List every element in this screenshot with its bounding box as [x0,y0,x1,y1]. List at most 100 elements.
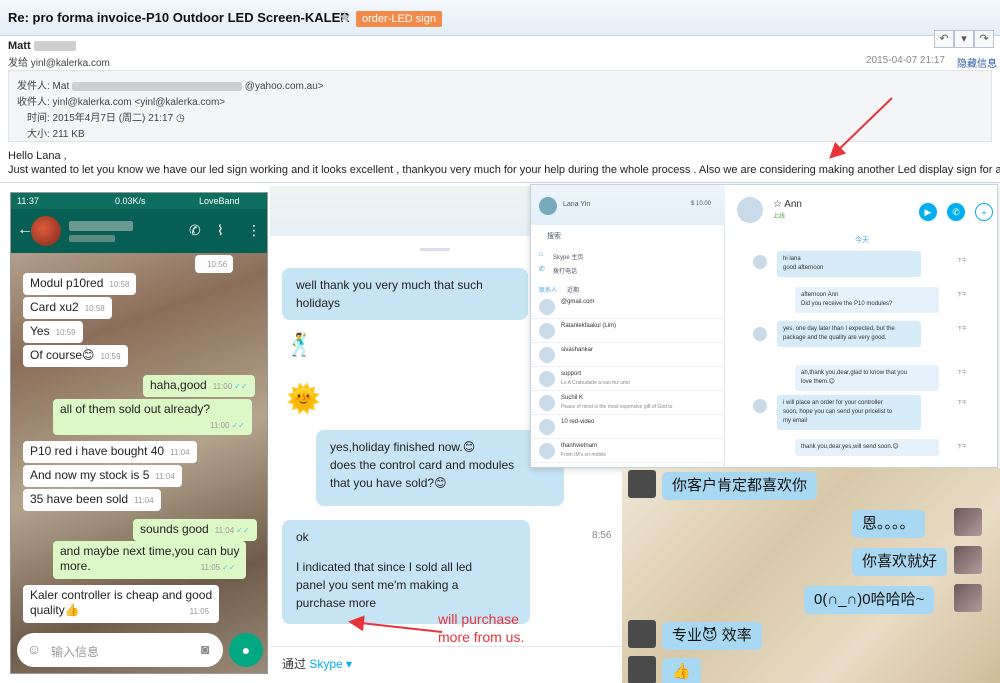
reply-icon[interactable]: ↶ [934,30,954,48]
skype-home-link[interactable]: Skype 主页 [553,252,583,261]
skype-footer: 通过 Skype ▾ [270,646,622,676]
label-tag[interactable]: order-LED sign [356,11,442,27]
contact-row[interactable]: sivashankar [531,343,725,367]
tab-recent[interactable]: 近期 [567,285,579,294]
avatar [753,399,767,413]
email-subject: Re: pro forma invoice-P10 Outdoor LED Sc… [8,10,350,25]
skype-desktop-screenshot: Lana Yin $ 10.00 搜索 ⌂ Skype 主页 ✆ 拨打电话 联系… [530,184,998,468]
thumbs-up-bubble: 👍 [662,658,701,683]
message-bubble: 10:56 [195,255,234,273]
avatar [539,443,555,459]
whatsapp-screenshot: 11:37 0.03K/s LoveBand ← ✆ ⌇ ⋮ 10:56 Mod… [10,192,268,674]
avatar [628,470,656,498]
message-bubble: yes,holiday finished now.😊 does the cont… [316,430,564,506]
message-bubble: Yes 10:59 [23,321,83,343]
message-bubble: and maybe next time,you can buy more. 11:… [53,541,247,579]
emoji-icon[interactable]: ☺ [27,641,41,657]
redacted-contact-status [69,235,115,242]
read-ticks-icon: ✓✓ [236,526,250,535]
message-bubble: 专业😈 效率 [662,622,762,650]
home-icon: ⌂ [539,251,544,258]
avatar [539,419,555,435]
subject-bar: Re: pro forma invoice-P10 Outdoor LED Sc… [0,0,1000,36]
message-bubble: well thank you very much that such holid… [282,268,528,320]
clock-icon: ◷ [175,113,185,124]
message-bubble: afternoon Ann Did you receive the P10 mo… [795,287,939,313]
voice-call-icon[interactable]: ✆ [947,203,965,221]
contact-row[interactable]: support Lo A Crabudade a nao fez umo [531,367,725,391]
forward-icon[interactable]: ↷ [974,30,994,48]
sun-emoticon: 🌞 [286,383,321,414]
more-icon[interactable]: ⋮ [247,222,261,239]
reply-buttons: ↶ ▾ ↷ [934,30,994,48]
contact-row[interactable]: Suchil K Peace of mind is the most expens… [531,391,725,415]
message-bubble: Of course😊 10:59 [23,345,128,367]
camera-icon[interactable]: ◙ [201,641,209,657]
meta-to: 收件人: yinl@kalerka.com <yinl@kalerka.com> [17,97,226,108]
contact-row[interactable]: @gmail.com [531,295,725,319]
input-placeholder: 输入信息 [51,645,100,659]
read-ticks-icon: ✓✓ [222,563,236,572]
avatar [954,584,982,612]
contact-name: ☆ Ann [773,199,802,210]
avatar [539,371,555,387]
search-field[interactable]: 搜索 [547,231,561,241]
email-body: Just wanted to let you know we have our … [8,164,1000,176]
contact-row[interactable]: thanhvietnam From IM's on mobile [531,439,725,463]
message-bubble: haha,good 11:00 ✓✓ [143,375,255,397]
avatar [539,347,555,363]
meta-time: 时间: 2015年4月7日 (周二) 21:17 ◷ [27,113,185,124]
hide-info-link[interactable]: 隐藏信息 [957,55,997,70]
contact-row[interactable]: 10 red-video [531,415,725,439]
contact-row[interactable]: Ratanlekfaakul (Lim) [531,319,725,343]
message-bubble: 35 have been sold 11:04 [23,489,161,511]
dropdown-icon[interactable]: ▾ [954,30,974,48]
avatar [628,656,656,683]
avatar [539,323,555,339]
redacted-block [33,41,76,52]
star-icon[interactable]: ★ [338,8,351,26]
message-bubble: thank you,dear,yes,will send soon.😊 [795,439,939,456]
via-skype[interactable]: 通过 Skype ▾ [282,655,352,672]
sender-address: 发给 yinl@kalerka.com [8,58,110,69]
avatar [539,299,555,315]
email-date: 2015-04-07 21:17 [866,55,945,66]
message-input[interactable]: ☺ 输入信息 ◙ [17,633,223,667]
avatar[interactable] [31,216,61,246]
add-contact-icon[interactable]: + [975,203,993,221]
message-bubble: 你客户肯定都喜欢你 [662,472,818,500]
email-panel: Re: pro forma invoice-P10 Outdoor LED Sc… [0,0,1000,183]
date-divider: 今天 [855,237,869,244]
avatar[interactable] [539,197,557,215]
mic-icon[interactable]: ● [229,633,263,667]
phone-status-bar: 11:37 0.03K/s LoveBand [11,193,267,209]
message-bubble: 你喜欢就好 [852,548,948,576]
phone-icon[interactable]: ✆ [189,222,201,239]
phone-icon: ✆ [539,266,545,273]
redacted-block [72,81,243,91]
meta-from: 发件人: Mat @yahoo.com.au> [17,81,324,92]
video-call-icon[interactable]: ▶ [919,203,937,221]
email-greeting: Hello Lana , [8,150,67,162]
divider [420,248,450,251]
avatar [753,255,767,269]
call-link[interactable]: 拨打电话 [553,266,577,275]
avatar [954,546,982,574]
avatar[interactable] [737,197,763,223]
profile-header: Lana Yin $ 10.00 [531,185,725,225]
message-bubble: sounds good 11:04 ✓✓ [133,519,257,541]
paperclip-icon[interactable]: ⌇ [217,222,224,239]
tab-contacts[interactable]: 联系人 [539,285,557,294]
wechat-screenshot: 你客户肯定都喜欢你 恩。。。。 你喜欢就好 0(∩_∩)0哈哈哈~ 专业😈 效率… [622,468,1000,683]
message-bubble: Modul p10red 10:58 [23,273,137,295]
message-bubble: i will place an order for your controlle… [777,395,921,430]
message-bubble: P10 red i have bought 40 11:04 [23,441,197,463]
meta-size: 大小: 211 KB [27,129,85,140]
avatar [954,508,982,536]
message-bubble: ok I indicated that since I sold all led… [282,520,530,624]
email-meta: 发件人: Mat @yahoo.com.au> 收件人: yinl@kalerk… [8,70,992,142]
message-bubble: 恩。。。。 [852,510,925,538]
message-bubble: 0(∩_∩)0哈哈哈~ [804,586,935,614]
avatar [539,395,555,411]
message-bubble: yes, one day later than I expected, but … [777,321,921,347]
